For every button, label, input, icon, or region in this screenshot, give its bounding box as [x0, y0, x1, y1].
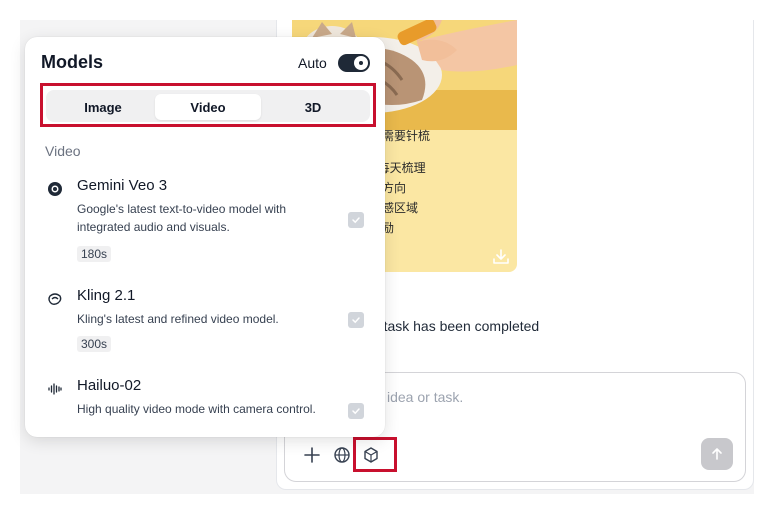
hailuo-waveform-icon	[48, 383, 62, 395]
check-icon	[352, 408, 360, 415]
model-item-kling-2-1[interactable]: Kling 2.1 Kling's latest and refined vid…	[25, 287, 385, 357]
toggle-knob	[354, 56, 368, 70]
model-checkbox[interactable]	[348, 403, 364, 419]
auto-label: Auto	[298, 55, 327, 71]
plus-icon	[304, 447, 320, 463]
model-name: Hailuo-02	[77, 377, 142, 394]
highlight-box-3d-button	[353, 437, 397, 472]
model-checkbox[interactable]	[348, 312, 364, 328]
arrow-up-icon	[712, 448, 722, 460]
duration-badge: 300s	[77, 336, 112, 352]
highlight-box-tabs	[40, 83, 376, 127]
composer-input[interactable]: idea or task.	[387, 389, 463, 405]
app-screen: 梳子，长毛猫需要针梳 3次，脱毛期每天梳理 顺着毛发生长方向 部和腹部等敏感区域…	[0, 0, 774, 514]
auto-toggle[interactable]	[338, 54, 370, 72]
model-name: Kling 2.1	[77, 287, 136, 304]
model-item-gemini-veo-3[interactable]: Gemini Veo 3 Google's latest text-to-vid…	[25, 177, 385, 267]
model-item-hailuo-02[interactable]: Hailuo-02 High quality video mode with c…	[25, 377, 385, 427]
web-search-button[interactable]	[330, 443, 354, 467]
task-status-text: nt task has been completed	[368, 318, 540, 334]
panel-title: Models	[41, 52, 104, 72]
models-panel: Models Auto Image Video 3D Video Gemini …	[25, 37, 385, 437]
model-name: Gemini Veo 3	[77, 177, 168, 194]
section-label: Video	[45, 143, 81, 159]
send-button[interactable]	[701, 438, 733, 470]
model-description: Google's latest text-to-video model with…	[77, 202, 287, 234]
download-icon[interactable]	[491, 248, 511, 266]
model-description: High quality video mode with camera cont…	[77, 402, 316, 416]
check-icon	[352, 217, 360, 224]
add-button[interactable]	[300, 443, 324, 467]
kling-icon	[48, 293, 62, 305]
gemini-veo-icon	[48, 182, 62, 196]
duration-badge: 180s	[77, 246, 112, 262]
check-icon	[352, 317, 360, 324]
model-description: Kling's latest and refined video model.	[77, 312, 279, 326]
globe-icon	[334, 447, 350, 463]
model-checkbox[interactable]	[348, 212, 364, 228]
